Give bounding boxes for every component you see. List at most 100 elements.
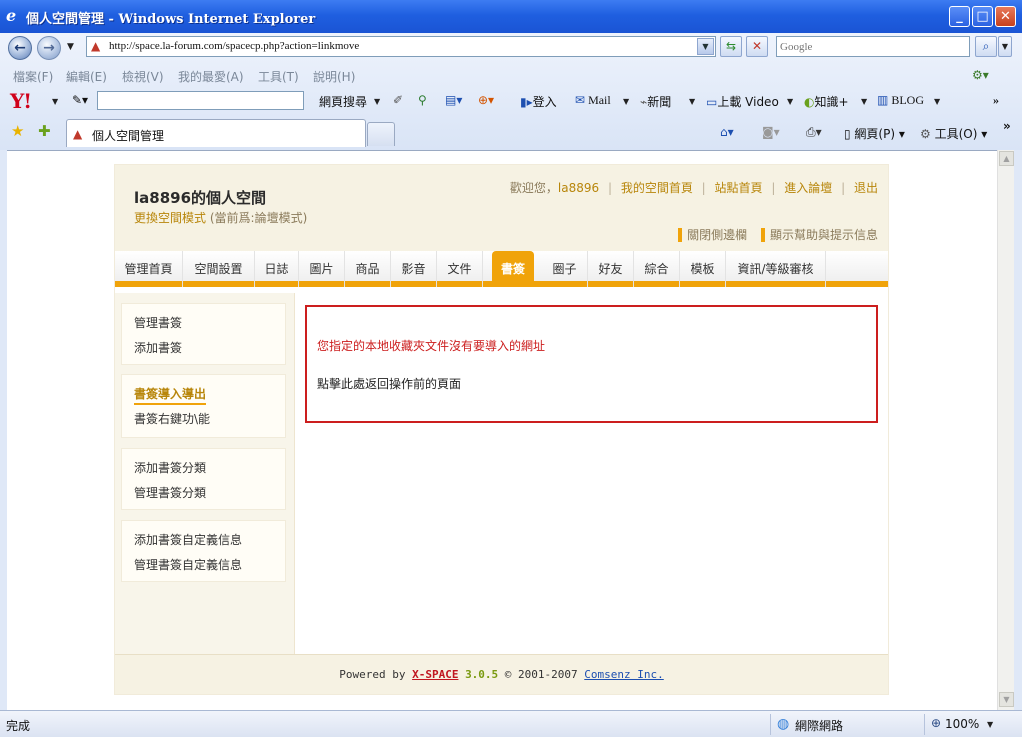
target-icon[interactable]: ⊕▾ [478,93,494,108]
antispy-icon[interactable]: ⚲ [418,93,427,108]
enter-forum-link[interactable]: 進入論壇 [784,181,832,195]
nav-templates[interactable]: 模板 [680,251,726,287]
web-search-button[interactable]: 網頁搜尋 [319,93,367,110]
change-mode-link[interactable]: 更換空間模式 [134,211,206,225]
forward-button[interactable]: → [37,36,61,60]
nav-blog[interactable]: 日誌 [255,251,299,287]
blog-dropdown-icon[interactable]: ▼ [934,97,940,106]
zoom-dropdown-icon[interactable]: ▼ [987,720,993,729]
nav-manage-home[interactable]: 管理首頁 [115,251,183,287]
close-sidebar-toggle[interactable]: 關閉側邊欄 [678,228,748,242]
xspace-link[interactable]: X-SPACE [412,668,458,681]
menu-tools[interactable]: 工具(T) [258,68,299,85]
address-dropdown-icon[interactable]: ▼ [697,38,714,55]
sidebar-item-import-export[interactable]: 書簽導入導出 [134,385,207,405]
nav-space-settings[interactable]: 空間設置 [183,251,255,287]
yahoo-search-box[interactable] [97,91,304,110]
scroll-down-icon[interactable]: ▼ [999,692,1014,707]
mail-dropdown-icon[interactable]: ▼ [623,97,629,106]
nav-photos[interactable]: 圖片 [299,251,345,287]
comsenz-link[interactable]: Comsenz Inc. [584,668,663,681]
sidebar-item-context-menu[interactable]: 書簽右鍵功\能 [134,410,210,427]
add-favorite-icon[interactable]: ✚ [38,122,51,140]
tools-menu-button[interactable]: ⚙ 工具(O) ▾ [920,125,987,142]
search-box[interactable] [776,36,970,57]
left-frame [0,150,7,710]
my-space-home-link[interactable]: 我的空間首頁 [621,181,693,195]
web-search-dropdown-icon[interactable]: ▼ [374,97,380,106]
knowledge-dropdown-icon[interactable]: ▼ [861,97,867,106]
highlight-pen-icon[interactable]: ✐ [393,93,403,108]
feeds-icon[interactable]: ◙▾ [762,125,780,139]
nav-files[interactable]: 文件 [437,251,483,287]
nav-friends[interactable]: 好友 [588,251,634,287]
signin-icon: ▮▸ [520,95,533,109]
pencil-icon[interactable]: ✎▾ [72,93,88,108]
logout-link[interactable]: 退出 [854,181,878,195]
news-dropdown-icon[interactable]: ▼ [689,97,695,106]
nav-goods[interactable]: 商品 [345,251,391,287]
sidebar-item-add-category[interactable]: 添加書簽分類 [134,459,206,476]
knowledge-button[interactable]: ◐知識+ [804,93,849,110]
popup-blocker-icon[interactable]: ▤▾ [445,93,462,108]
nav-media[interactable]: 影音 [391,251,437,287]
menu-view[interactable]: 檢視(V) [122,68,164,85]
sidebar-item-manage-custom-info[interactable]: 管理書簽自定義信息 [134,556,242,573]
main-nav: 管理首頁 空間設置 日誌 圖片 商品 影音 文件 書簽 圈子 好友 綜合 模板 … [115,251,888,287]
addons-icon[interactable]: ⚙▾ [972,68,989,82]
history-dropdown-icon[interactable]: ▼ [67,42,74,52]
commandbar-more-icon[interactable]: » [1003,119,1011,133]
globe-icon: ◍ [777,716,790,732]
home-icon[interactable]: ⌂▾ [720,125,734,139]
favorites-star-icon[interactable]: ★ [11,122,24,140]
search-options-dropdown-icon[interactable]: ▼ [998,36,1012,57]
nav-info-level[interactable]: 資訊/等級審核 [726,251,826,287]
video-button[interactable]: ▭上載 Video [706,93,779,110]
menu-bar: 檔案(F) 編輯(E) 檢視(V) 我的最愛(A) 工具(T) 說明(H) ⚙▾ [0,65,1022,87]
maximize-button[interactable]: □ [972,6,993,27]
nav-bookmarks[interactable]: 書簽 [492,251,534,287]
menu-help[interactable]: 說明(H) [313,68,355,85]
zoom-control[interactable]: ⊕ 100% ▼ [924,714,993,735]
print-icon[interactable]: ⎙▾ [806,125,822,140]
vertical-scrollbar[interactable]: ▲ ▼ [997,150,1014,710]
signin-button[interactable]: ▮▸登入 [520,93,557,110]
nav-circles[interactable]: 圈子 [542,251,588,287]
yahoo-menu-dropdown-icon[interactable]: ▼ [52,97,58,106]
toolbar-more-icon[interactable]: » [993,93,999,108]
minimize-button[interactable]: _ [949,6,970,27]
news-button[interactable]: ⌁新聞 [640,93,671,110]
username-link[interactable]: la8896 [558,181,599,195]
yahoo-search-input[interactable] [100,93,285,109]
search-input[interactable] [780,38,968,56]
page-menu-button[interactable]: ▯ 網頁(P) ▾ [844,125,905,142]
security-zone[interactable]: ◍ 網際網路 [770,714,843,735]
scroll-up-icon[interactable]: ▲ [999,151,1014,166]
new-tab-button[interactable] [367,122,395,146]
site-home-link[interactable]: 站點首頁 [715,181,763,195]
sidebar-item-manage-bookmarks[interactable]: 管理書簽 [134,314,182,331]
sidebar-item-add-custom-info[interactable]: 添加書簽自定義信息 [134,531,242,548]
mail-button[interactable]: ✉ Mail [575,93,611,108]
video-dropdown-icon[interactable]: ▼ [787,97,793,106]
back-link[interactable]: 點擊此處返回操作前的頁面 [317,375,461,392]
address-bar[interactable]: ▲ http://space.la-forum.com/spacecp.php?… [86,36,716,57]
show-help-toggle[interactable]: 顯示幫助與提示信息 [760,228,878,242]
close-window-button[interactable]: ✕ [995,6,1016,27]
menu-file[interactable]: 檔案(F) [13,68,53,85]
back-button[interactable]: ← [8,36,32,60]
menu-edit[interactable]: 編輯(E) [66,68,107,85]
sidebar-item-add-bookmark[interactable]: 添加書簽 [134,339,182,356]
nav-general[interactable]: 綜合 [634,251,680,287]
gear-icon: ⚙ [920,127,935,141]
site-footer: Powered by X-SPACE 3.0.5 © 2001-2007 Com… [115,654,888,694]
search-icon[interactable]: ⌕ [975,36,997,57]
stop-button[interactable]: ✕ [746,36,768,57]
yahoo-logo-icon[interactable]: Y! [10,89,32,113]
blog-button[interactable]: ▥ BLOG [877,93,924,108]
copyright-text: © 2001-2007 [498,668,585,681]
sidebar-item-manage-categories[interactable]: 管理書簽分類 [134,484,206,501]
menu-favorites[interactable]: 我的最愛(A) [178,68,244,85]
tab-active[interactable]: ▲ 個人空間管理 [66,119,366,147]
refresh-button[interactable]: ⇆ [720,36,742,57]
